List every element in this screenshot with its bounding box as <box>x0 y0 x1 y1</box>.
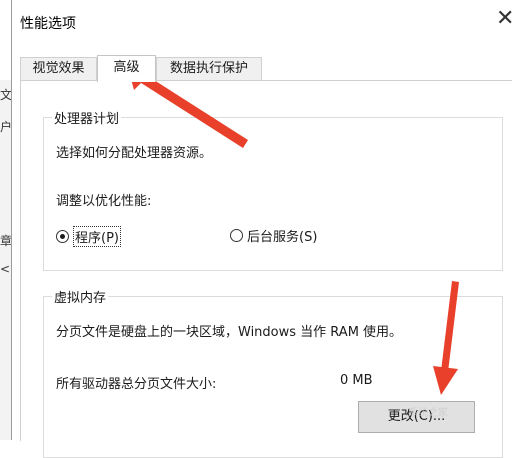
advanced-tab-panel: 处理器计划 选择如何分配处理器资源。 调整以优化性能: 程序(P) 后台服务(S… <box>20 80 512 458</box>
performance-options-dialog: 性能选项 ✕ 视觉效果 高级 数据执行保护 处理器计划 选择如何分配处理器资源。… <box>11 0 512 458</box>
radio-programs[interactable]: 程序(P) <box>56 226 121 247</box>
radio-checked-icon <box>56 230 69 243</box>
radio-background-services[interactable]: 后台服务(S) <box>230 226 317 245</box>
radio-label: 程序(P) <box>73 226 121 247</box>
virtual-memory-description: 分页文件是硬盘上的一块区域，Windows 当作 RAM 使用。 <box>56 325 403 340</box>
group-title: 虚拟内存 <box>52 287 109 306</box>
processor-scheduling-group: 处理器计划 选择如何分配处理器资源。 调整以优化性能: 程序(P) 后台服务(S… <box>43 108 503 271</box>
tab-advanced[interactable]: 高级 <box>97 55 156 82</box>
adjust-label: 调整以优化性能: <box>56 194 152 209</box>
dialog-title: 性能选项 <box>20 16 76 32</box>
total-paging-file-value: 0 MB <box>340 373 373 388</box>
close-icon[interactable]: ✕ <box>496 8 512 30</box>
virtual-memory-group: 虚拟内存 分页文件是硬盘上的一块区域，Windows 当作 RAM 使用。 所有… <box>43 287 503 458</box>
tab-visual-effects[interactable]: 视觉效果 <box>20 57 97 80</box>
tab-data-execution-prevention[interactable]: 数据执行保护 <box>156 57 262 80</box>
radio-label: 后台服务(S) <box>247 230 318 245</box>
watermark: 系统之家 <box>408 408 448 419</box>
scheduling-description: 选择如何分配处理器资源。 <box>56 146 213 161</box>
total-paging-file-label: 所有驱动器总分页文件大小: <box>56 377 217 392</box>
group-title: 处理器计划 <box>52 108 122 127</box>
radio-unchecked-icon <box>230 229 243 242</box>
